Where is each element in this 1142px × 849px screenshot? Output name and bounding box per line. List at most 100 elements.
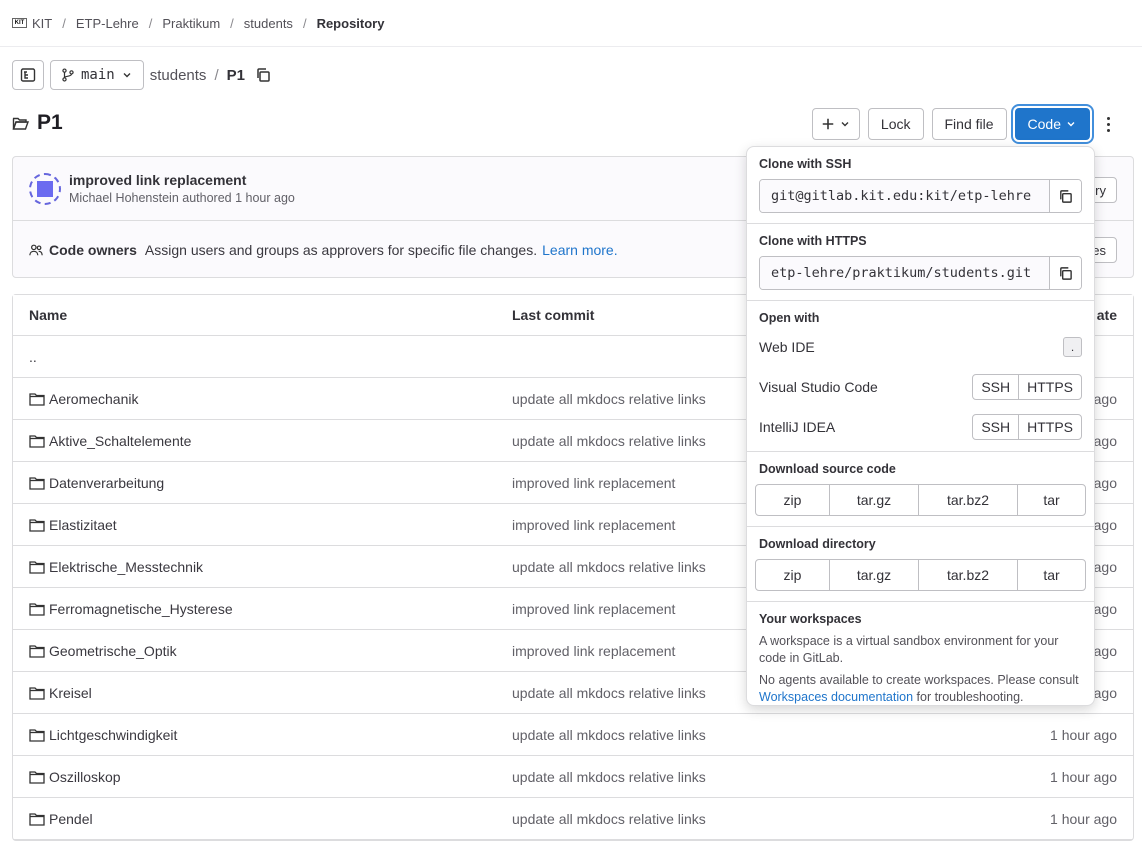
https-url-input[interactable]: etp-lehre/praktikum/students.git bbox=[760, 257, 1049, 289]
file-path: students / P1 bbox=[150, 67, 245, 84]
breadcrumb-item-repository[interactable]: Repository bbox=[317, 16, 385, 31]
open-intellij-item: IntelliJ IDEA SSH HTTPS bbox=[759, 407, 1082, 447]
clone-ssh-section: Clone with SSH git@gitlab.kit.edu:kit/et… bbox=[747, 147, 1094, 224]
repo-toolbar: main students / P1 bbox=[12, 60, 271, 90]
https-url-field[interactable]: etp-lehre/praktikum/students.git bbox=[759, 256, 1082, 290]
breadcrumb-item-praktikum[interactable]: Praktikum bbox=[162, 16, 220, 31]
commit-message-link[interactable]: update all mkdocs relative links bbox=[512, 769, 706, 785]
copy-ssh-url-button[interactable] bbox=[1049, 180, 1081, 212]
breadcrumb-item-students[interactable]: students bbox=[244, 16, 293, 31]
download-source-formats: zip tar.gz tar.bz2 tar bbox=[755, 484, 1086, 516]
users-icon bbox=[29, 244, 43, 255]
file-tree-icon bbox=[20, 68, 36, 82]
folder-name-link[interactable]: Ferromagnetische_Hysterese bbox=[49, 601, 233, 617]
avatar[interactable] bbox=[29, 172, 61, 205]
download-tar-button[interactable]: tar bbox=[1017, 485, 1085, 515]
commit-message-link[interactable]: update all mkdocs relative links bbox=[512, 433, 706, 449]
folder-name-link[interactable]: Pendel bbox=[49, 811, 93, 827]
path-current: P1 bbox=[226, 66, 245, 84]
commit-message-link[interactable]: update all mkdocs relative links bbox=[512, 685, 706, 701]
file-name-cell[interactable]: Ferromagnetische_Hysterese bbox=[29, 601, 233, 617]
clone-https-heading: Clone with HTTPS bbox=[759, 234, 867, 248]
intellij-https-button[interactable]: HTTPS bbox=[1018, 415, 1081, 439]
open-web-ide-item[interactable]: Web IDE . bbox=[759, 327, 1082, 367]
file-name-cell[interactable]: Oszilloskop bbox=[29, 769, 121, 785]
commit-message-link[interactable]: improved link replacement bbox=[512, 601, 675, 617]
vscode-ssh-button[interactable]: SSH bbox=[973, 375, 1018, 399]
copy-https-url-button[interactable] bbox=[1049, 257, 1081, 289]
commit-message-link[interactable]: improved link replacement bbox=[512, 643, 675, 659]
file-name-cell[interactable]: Datenverarbeitung bbox=[29, 475, 164, 491]
web-ide-shortcut: . bbox=[1063, 337, 1082, 357]
breadcrumb-item-kit[interactable]: KIT bbox=[32, 16, 52, 31]
file-tree-toggle-button[interactable] bbox=[12, 60, 44, 90]
folder-name-link[interactable]: Geometrische_Optik bbox=[49, 643, 177, 659]
folder-name-link[interactable]: Elastizitaet bbox=[49, 517, 117, 533]
branch-selector[interactable]: main bbox=[50, 60, 144, 90]
commit-message-link[interactable]: update all mkdocs relative links bbox=[512, 811, 706, 827]
copy-path-icon[interactable] bbox=[255, 67, 271, 83]
table-row[interactable]: Oszilloskop update all mkdocs relative li… bbox=[13, 756, 1133, 798]
file-name-cell[interactable]: Lichtgeschwindigkeit bbox=[29, 727, 177, 743]
download-tar-gz-button[interactable]: tar.gz bbox=[829, 485, 918, 515]
file-name-cell[interactable]: Geometrische_Optik bbox=[29, 643, 177, 659]
page-title-row: P1 bbox=[12, 110, 63, 136]
workspaces-description: A workspace is a virtual sandbox environ… bbox=[759, 634, 1059, 665]
page-title: P1 bbox=[37, 111, 63, 134]
folder-icon bbox=[29, 686, 45, 700]
column-header-last-update: ate bbox=[1096, 307, 1117, 323]
file-name-cell[interactable]: Elektrische_Messtechnik bbox=[29, 559, 203, 575]
folder-name-link[interactable]: Aktive_Schaltelemente bbox=[49, 433, 191, 449]
table-row[interactable]: Lichtgeschwindigkeit update all mkdocs re… bbox=[13, 714, 1133, 756]
workspaces-documentation-link[interactable]: Workspaces documentation bbox=[759, 690, 913, 704]
ssh-url-input[interactable]: git@gitlab.kit.edu:kit/etp-lehre bbox=[760, 180, 1049, 212]
download-directory-section: Download directory zip tar.gz tar.bz2 ta… bbox=[747, 527, 1094, 602]
download-source-section: Download source code zip tar.gz tar.bz2 … bbox=[747, 452, 1094, 527]
folder-name-link[interactable]: Elektrische_Messtechnik bbox=[49, 559, 203, 575]
download-tar-bz2-button[interactable]: tar.bz2 bbox=[918, 485, 1017, 515]
copy-icon bbox=[1060, 189, 1072, 203]
breadcrumb-separator: / bbox=[302, 15, 307, 31]
commit-message-link[interactable]: improved link replacement bbox=[512, 475, 675, 491]
file-name-cell[interactable]: Aeromechanik bbox=[29, 391, 139, 407]
file-name-cell[interactable]: Pendel bbox=[29, 811, 93, 827]
intellij-ssh-button[interactable]: SSH bbox=[973, 415, 1018, 439]
folder-name-link[interactable]: Aeromechanik bbox=[49, 391, 139, 407]
parent-directory-link[interactable]: .. bbox=[29, 349, 37, 365]
learn-more-link[interactable]: Learn more. bbox=[542, 242, 617, 258]
folder-name-link[interactable]: Datenverarbeitung bbox=[49, 475, 164, 491]
find-file-button[interactable]: Find file bbox=[931, 108, 1007, 140]
code-dropdown-button[interactable]: Code bbox=[1014, 108, 1090, 140]
ssh-url-field[interactable]: git@gitlab.kit.edu:kit/etp-lehre bbox=[759, 179, 1082, 213]
folder-open-icon bbox=[12, 117, 29, 130]
open-vscode-item: Visual Studio Code SSH HTTPS bbox=[759, 367, 1082, 407]
download-dir-tar-button[interactable]: tar bbox=[1017, 560, 1085, 590]
breadcrumb-separator: / bbox=[148, 15, 153, 31]
copy-icon bbox=[1060, 266, 1072, 280]
commit-message-link[interactable]: improved link replacement bbox=[512, 517, 675, 533]
commit-message-link[interactable]: update all mkdocs relative links bbox=[512, 727, 706, 743]
add-dropdown-button[interactable] bbox=[811, 108, 860, 140]
download-dir-tar-bz2-button[interactable]: tar.bz2 bbox=[918, 560, 1017, 590]
lock-button[interactable]: Lock bbox=[867, 108, 924, 140]
download-dir-zip-button[interactable]: zip bbox=[756, 560, 829, 590]
download-zip-button[interactable]: zip bbox=[756, 485, 829, 515]
file-name-cell[interactable]: Kreisel bbox=[29, 685, 92, 701]
more-actions-icon[interactable] bbox=[1098, 108, 1118, 140]
download-dir-tar-gz-button[interactable]: tar.gz bbox=[829, 560, 918, 590]
folder-name-link[interactable]: Oszilloskop bbox=[49, 769, 121, 785]
commit-message-link[interactable]: update all mkdocs relative links bbox=[512, 391, 706, 407]
file-name-cell[interactable]: Elastizitaet bbox=[29, 517, 117, 533]
breadcrumb-item-etp-lehre[interactable]: ETP-Lehre bbox=[76, 16, 139, 31]
last-update-time: 1 hour ago bbox=[1050, 768, 1117, 785]
table-row[interactable]: Pendel update all mkdocs relative links 1 … bbox=[13, 798, 1133, 840]
code-button-label: Code bbox=[1027, 116, 1061, 132]
folder-name-link[interactable]: Lichtgeschwindigkeit bbox=[49, 727, 177, 743]
file-name-cell[interactable]: Aktive_Schaltelemente bbox=[29, 433, 191, 449]
commit-message-link[interactable]: update all mkdocs relative links bbox=[512, 559, 706, 575]
commit-message-link[interactable]: improved link replacement bbox=[69, 172, 295, 188]
vscode-https-button[interactable]: HTTPS bbox=[1018, 375, 1081, 399]
folder-name-link[interactable]: Kreisel bbox=[49, 685, 92, 701]
workspaces-note: No agents available to create workspaces… bbox=[759, 672, 1082, 706]
path-root-link[interactable]: students bbox=[150, 67, 207, 84]
